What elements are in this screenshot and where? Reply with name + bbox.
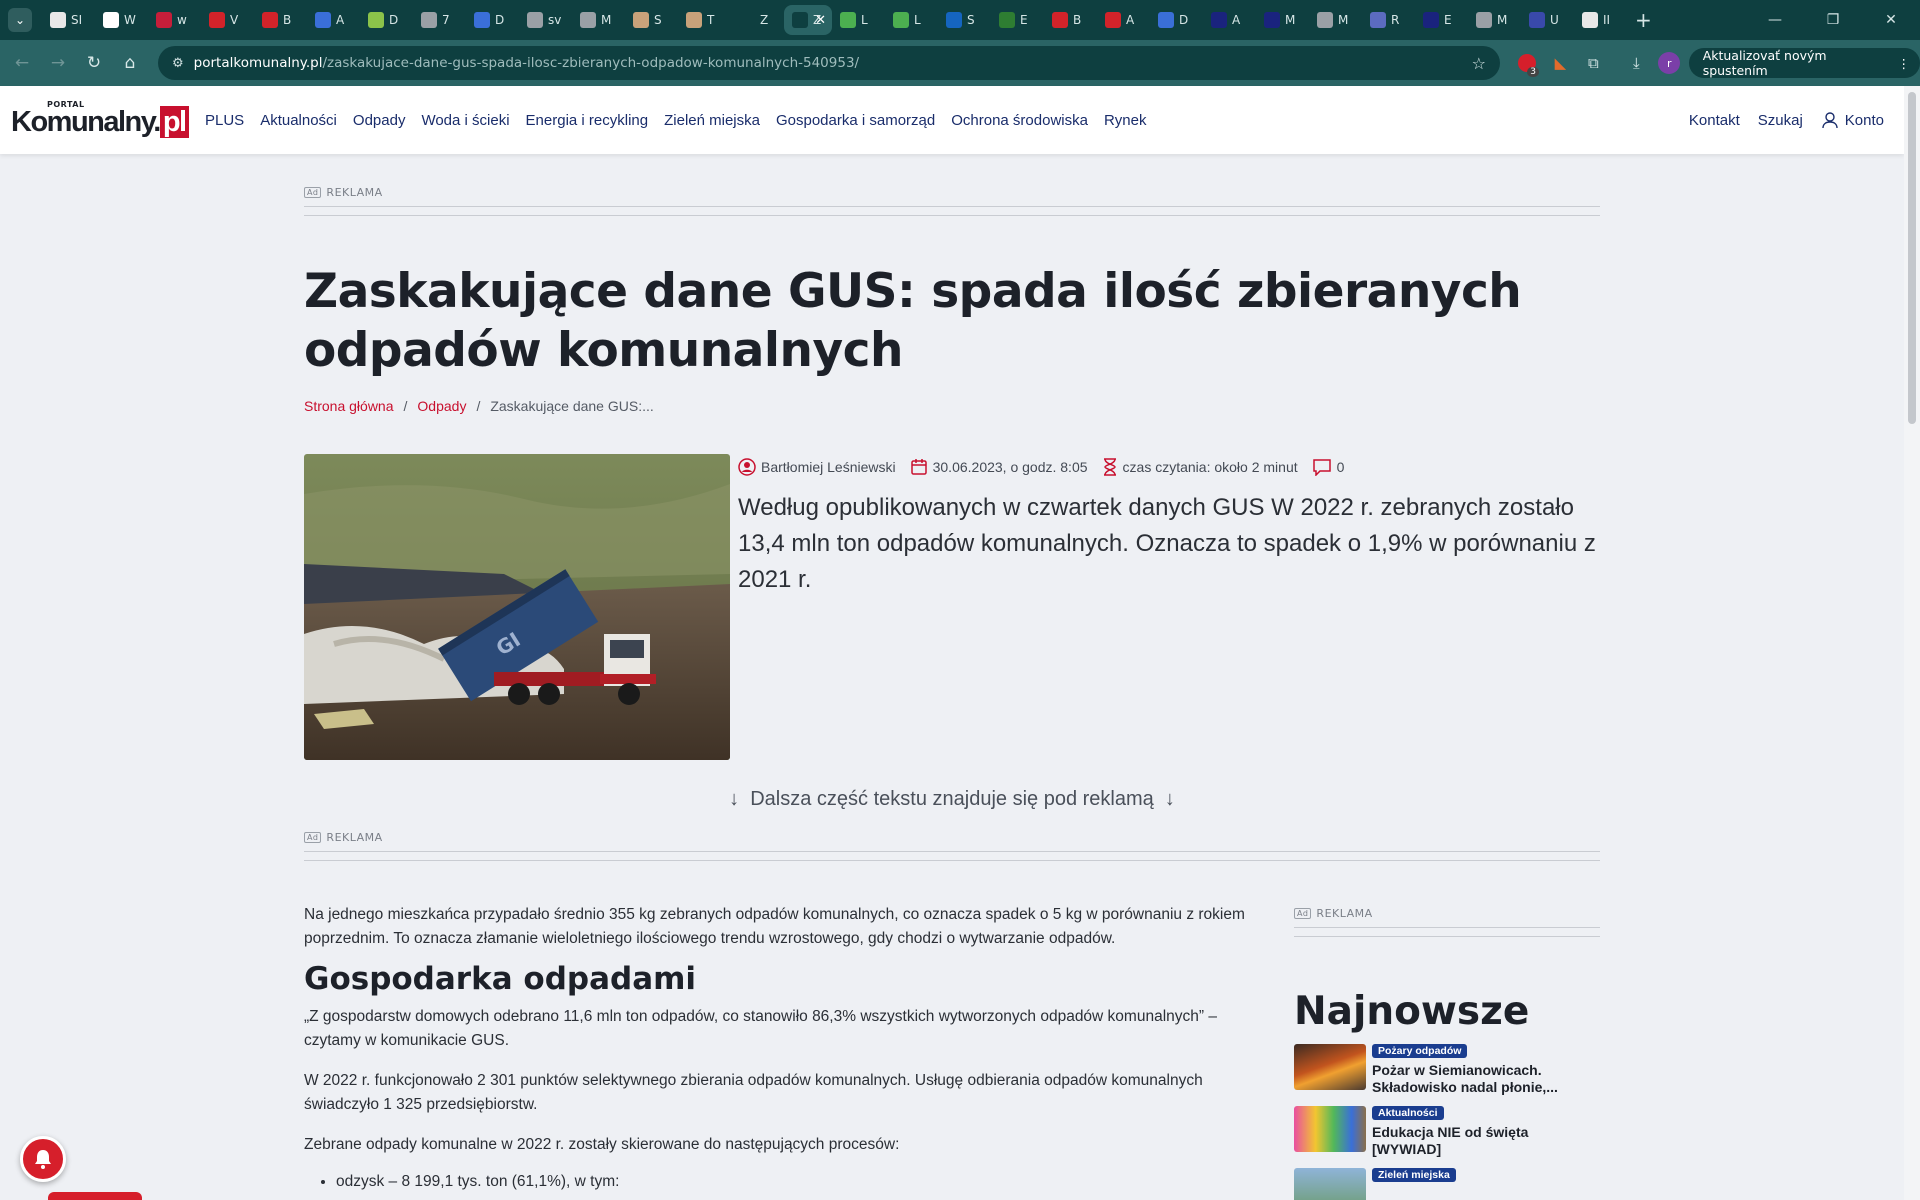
reload-button[interactable]: ↻ [76, 45, 112, 81]
tab-search-button[interactable]: ⌄ [8, 8, 32, 32]
back-button[interactable]: ← [4, 45, 40, 81]
window-controls: — ❐ ✕ [1746, 0, 1920, 40]
news-title[interactable]: Edukacja NIE od święta [WYWIAD] [1372, 1124, 1600, 1158]
profile-avatar[interactable]: r [1656, 49, 1683, 77]
list-item: odzysk – 8 199,1 tys. ton (61,1%), w tym… [336, 1173, 1264, 1191]
news-category-tag[interactable]: Aktualności [1372, 1106, 1444, 1120]
site-logo[interactable]: PORTAL Komunalny. pl [11, 100, 189, 140]
paragraph: Zebrane odpady komunalne w 2022 r. zosta… [304, 1136, 900, 1153]
restore-button[interactable]: ❐ [1804, 0, 1862, 40]
news-item[interactable]: Aktualności Edukacja NIE od święta [WYWI… [1294, 1106, 1600, 1158]
downloads-icon[interactable]: ⤓ [1623, 49, 1650, 77]
tab-title: B [283, 13, 292, 27]
forward-button[interactable]: → [40, 45, 76, 81]
news-item[interactable]: Pożary odpadów Pożar w Siemianowicach. S… [1294, 1044, 1600, 1096]
browser-tab[interactable]: W [95, 5, 148, 35]
section-heading: Gospodarka odpadami [304, 961, 697, 997]
site-info-icon[interactable]: ⚙ [172, 56, 184, 71]
new-tab-button[interactable]: + [1635, 8, 1652, 32]
news-category-tag[interactable]: Pożary odpadów [1372, 1044, 1468, 1058]
news-category-tag[interactable]: Zieleń miejska [1372, 1168, 1456, 1182]
article-body-wrapper: Na jednego mieszkańca przypadało średnio… [304, 0, 1600, 1200]
ad-label: Ad REKLAMA [1294, 907, 1600, 920]
home-button[interactable]: ⌂ [112, 45, 148, 81]
more-menu-icon[interactable]: ⋮ [1897, 56, 1910, 71]
notification-bell-button[interactable] [20, 1136, 66, 1182]
browser-tab[interactable]: w [148, 5, 201, 35]
news-thumbnail[interactable] [1294, 1044, 1366, 1090]
minimize-button[interactable]: — [1746, 0, 1804, 40]
floating-red-tab[interactable] [48, 1192, 142, 1200]
news-thumbnail[interactable] [1294, 1106, 1366, 1152]
tab-favicon-icon [156, 12, 172, 28]
close-window-button[interactable]: ✕ [1862, 0, 1920, 40]
tab-title: II [1603, 13, 1611, 27]
sidebar-ad-slot: Ad REKLAMA [1294, 907, 1600, 937]
tab-favicon-icon [50, 12, 66, 28]
tab-title: SI [71, 13, 83, 27]
article-body: Na jednego mieszkańca przypadało średnio… [304, 903, 1264, 1191]
tab-favicon-icon [103, 12, 119, 28]
news-thumbnail[interactable] [1294, 1168, 1366, 1200]
news-title[interactable]: Pożar w Siemianowicach. Składowisko nada… [1372, 1062, 1600, 1096]
paragraph: „Z gospodarstw domowych odebrano 11,6 ml… [304, 1008, 1217, 1049]
page-scrollbar[interactable] [1904, 86, 1920, 1200]
tab-favicon-icon [262, 12, 278, 28]
bell-icon [35, 1150, 51, 1169]
paragraph: W 2022 r. funkcjonowało 2 301 punktów se… [304, 1072, 1203, 1113]
contact-link[interactable]: Kontakt [1689, 112, 1740, 129]
tab-title: V [230, 13, 239, 27]
header-right-links: Kontakt Szukaj Konto [1671, 111, 1884, 129]
process-list: odzysk – 8 199,1 tys. ton (61,1%), w tym… [336, 1173, 1264, 1191]
update-button[interactable]: Aktualizovať novým spustením ⋮ [1688, 48, 1920, 78]
scrollbar-thumb[interactable] [1908, 92, 1916, 424]
tab-favicon-icon [209, 12, 225, 28]
browser-tab[interactable]: V [201, 5, 254, 35]
news-item[interactable]: Zieleń miejska [1294, 1168, 1600, 1200]
account-link[interactable]: Konto [1821, 111, 1884, 129]
browser-tab[interactable]: B [254, 5, 307, 35]
search-link[interactable]: Szukaj [1758, 112, 1803, 129]
latest-news-heading: Najnowsze [1294, 989, 1530, 1034]
nav-plus[interactable]: PLUS [205, 112, 244, 129]
tab-title: w [177, 13, 187, 27]
paragraph: Na jednego mieszkańca przypadało średnio… [304, 906, 1245, 947]
user-icon [1822, 112, 1838, 129]
browser-tab[interactable]: SI [42, 5, 95, 35]
sidebar: Ad REKLAMA Najnowsze Pożary odpadów Pożar… [1294, 907, 1600, 1200]
tab-title: W [124, 13, 136, 27]
